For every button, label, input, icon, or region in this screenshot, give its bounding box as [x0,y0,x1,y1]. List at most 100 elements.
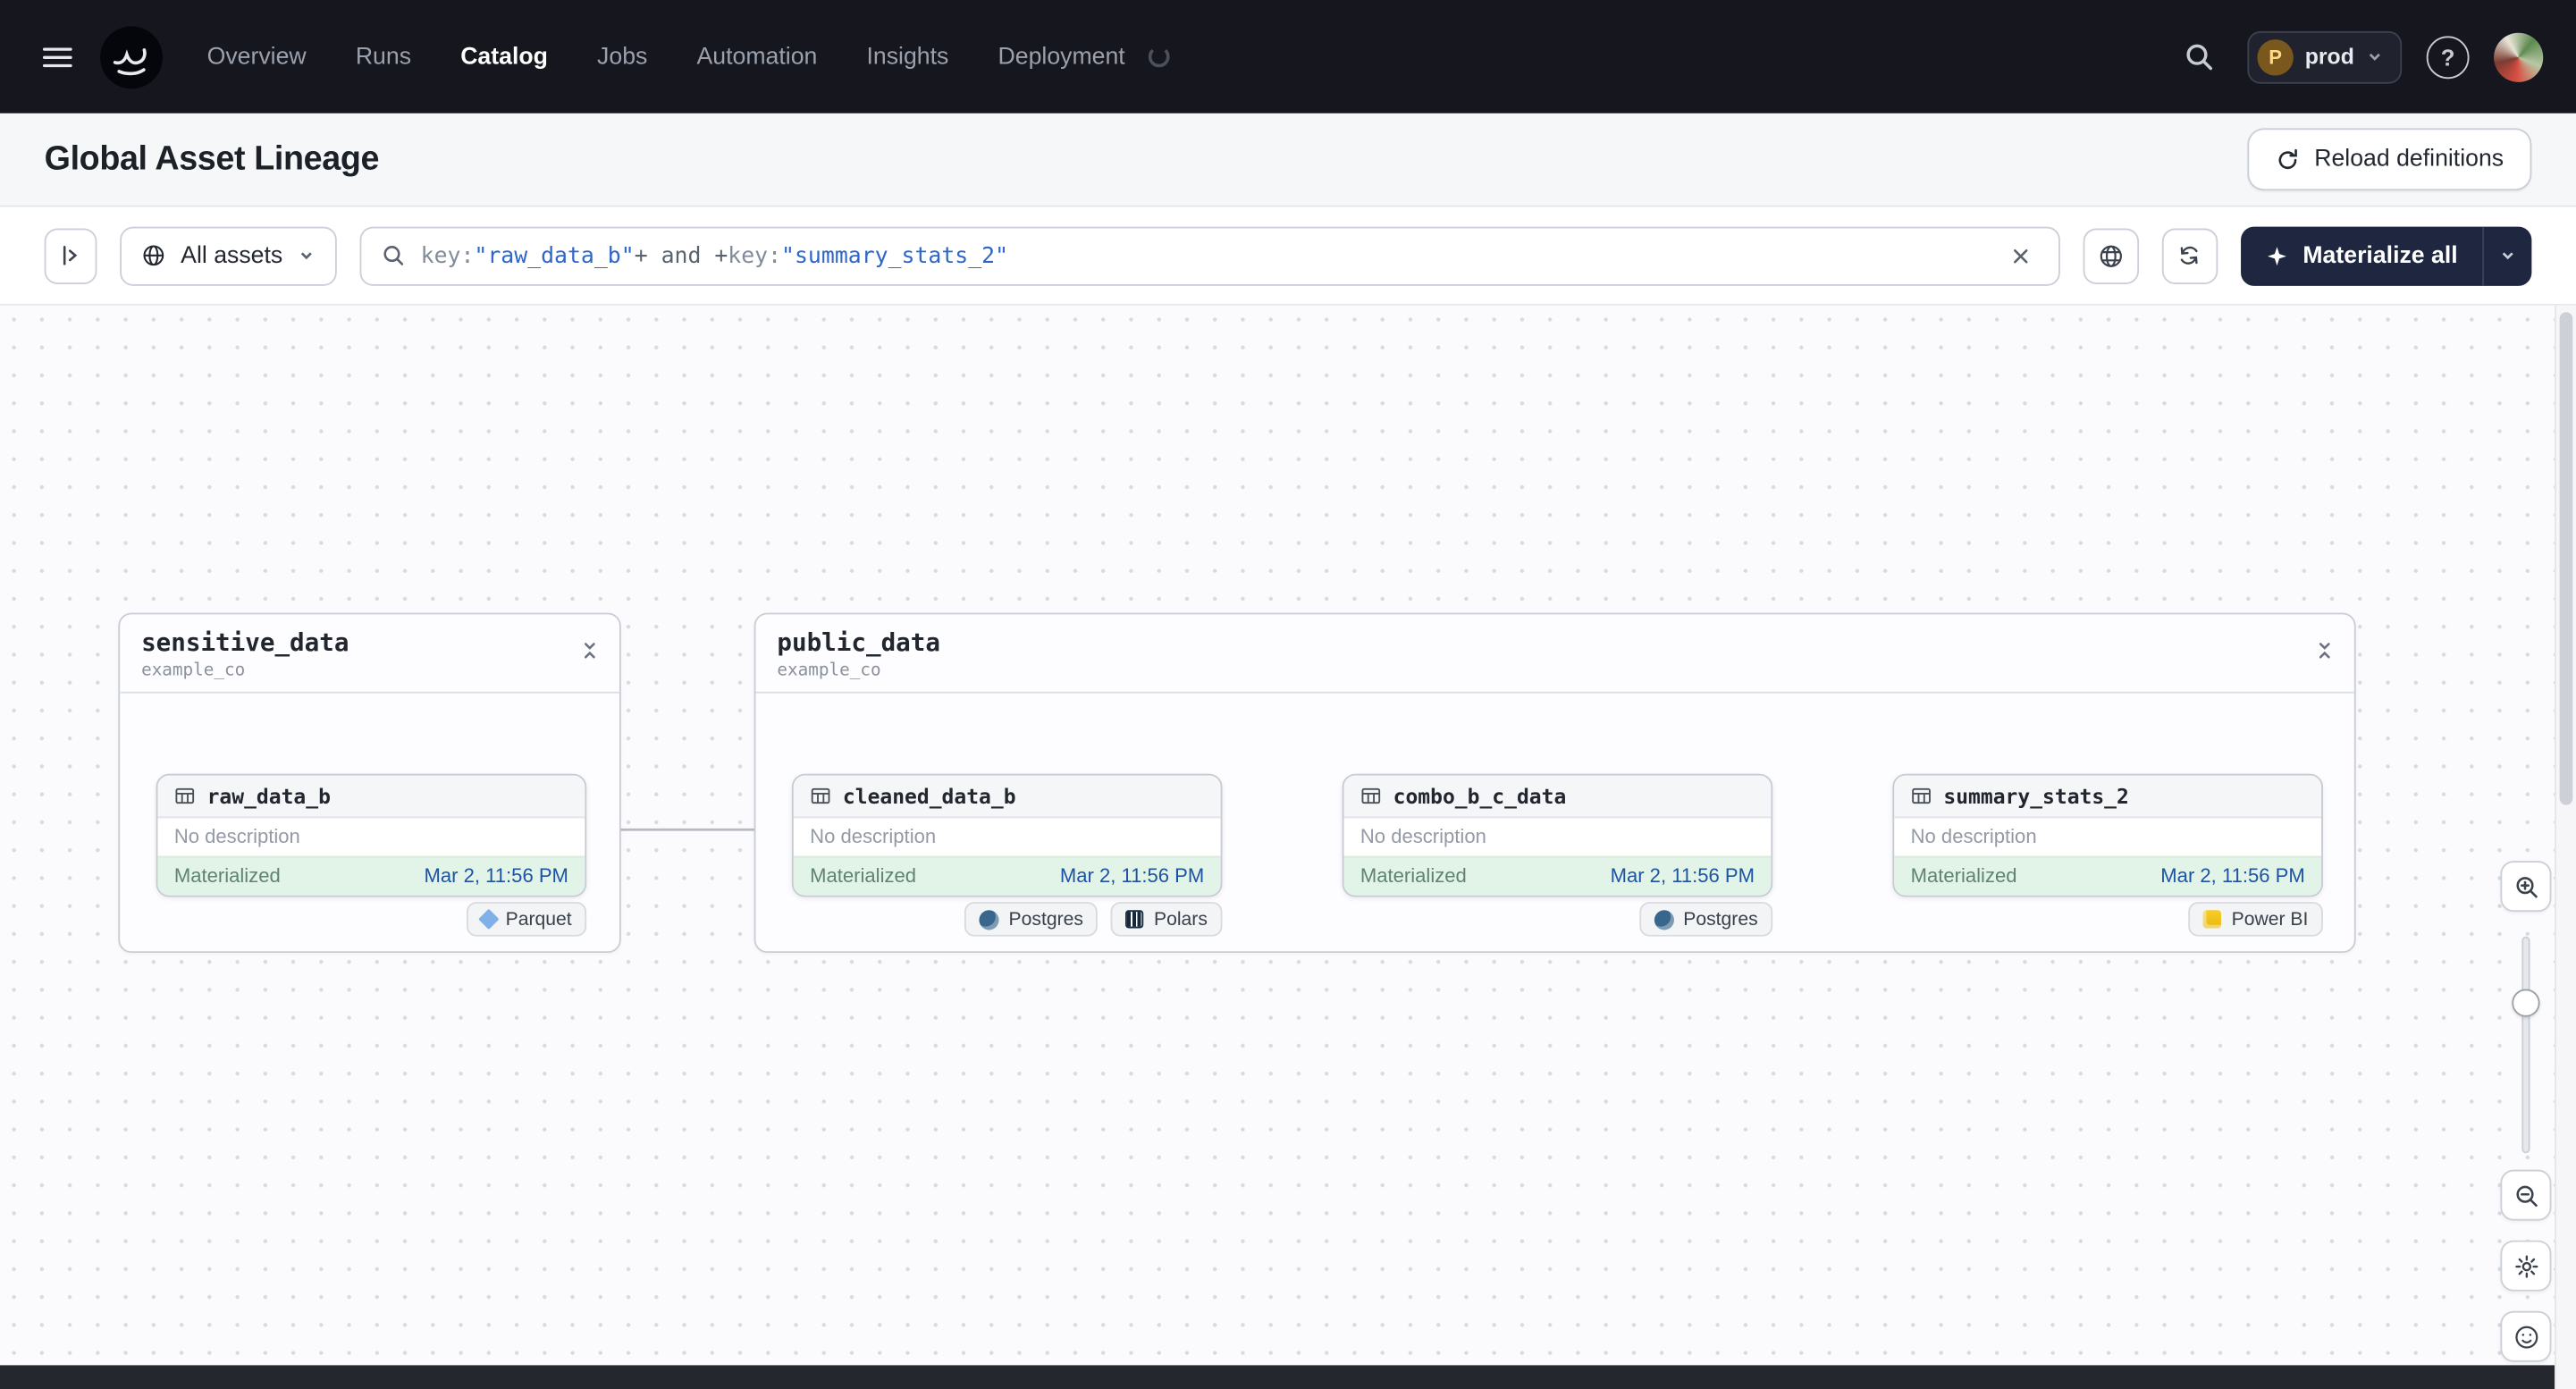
asset-description: No description [810,824,937,848]
asset-name: raw_data_b [206,783,331,809]
nav-item-overview[interactable]: Overview [207,44,307,70]
asset-node-summary-stats-2[interactable]: summary_stats_2 No description Materiali… [1892,773,2323,897]
zoom-slider-knob[interactable] [2512,989,2540,1017]
zoom-out-button[interactable] [2500,1169,2552,1221]
query-token: "summary_stats_2" [781,242,1009,269]
asset-node-combo-b-c-data[interactable]: combo_b_c_data No description Materializ… [1342,773,1773,897]
nav-item-jobs[interactable]: Jobs [597,44,647,70]
asset-node-header: combo_b_c_data [1343,775,1772,819]
group-header: public_data example_co [755,614,2354,694]
tag-polars[interactable]: Polars [1111,902,1223,937]
chevron-down-icon [2502,252,2513,260]
query-token: "raw_data_b" [474,242,635,269]
tag-label: Postgres [1683,909,1758,930]
powerbi-icon [2203,910,2222,929]
asset-node-cleaned-data-b[interactable]: cleaned_data_b No description Materializ… [791,773,1223,897]
filter-viewport-button[interactable] [2083,227,2139,284]
chevron-down-icon [2366,47,2384,65]
tag-power-bi[interactable]: Power BI [2188,902,2323,937]
asset-node-header: cleaned_data_b [793,775,1221,819]
asset-name: cleaned_data_b [842,783,1016,809]
nav-item-catalog[interactable]: Catalog [460,44,548,70]
user-avatar[interactable] [2494,31,2544,81]
tag-label: Postgres [1008,909,1083,930]
tag-postgres[interactable]: Postgres [1638,902,1773,937]
group-subtitle: example_co [141,660,246,680]
tag-label: Polars [1154,909,1208,930]
materialize-options-button[interactable] [2482,225,2531,285]
query-text: key:"raw_data_b"+ and +key:"summary_stat… [421,242,1008,268]
nav-item-automation[interactable]: Automation [697,44,818,70]
asset-filter-dropdown[interactable]: All assets [120,225,337,285]
status-timestamp[interactable]: Mar 2, 11:56 PM [425,864,568,888]
asset-tags-row: Parquet [156,902,587,937]
asset-description: No description [1910,824,2037,848]
table-icon [1912,787,1931,804]
feedback-button[interactable] [2500,1310,2552,1362]
group-title: sensitive_data [141,627,349,658]
materialize-all-button[interactable]: Materialize all [2241,226,2483,285]
group-title: public_data [777,627,940,658]
status-label: Materialized [810,863,917,888]
asset-tags-row: Power BI [1892,902,2323,937]
materialize-all-label: Materialize all [2302,242,2458,269]
open-sidebar-button[interactable] [44,227,97,284]
smiley-icon [2514,1325,2538,1348]
help-button[interactable]: ? [2426,35,2470,79]
asset-description: No description [173,824,300,848]
dagster-logo-icon [100,25,163,88]
search-icon [2185,44,2212,71]
asset-status-bar: Materialized Mar 2, 11:56 PM [1894,855,2322,896]
zoom-slider-track[interactable] [2521,936,2530,1154]
zoom-in-icon [2515,876,2537,897]
gear-icon [2514,1254,2538,1277]
asset-name: summary_stats_2 [1943,783,2129,809]
asset-selection-input[interactable]: key:"raw_data_b"+ and +key:"summary_stat… [359,225,2060,285]
reload-definitions-button[interactable]: Reload definitions [2246,128,2532,191]
parquet-icon [477,908,499,930]
table-icon [1361,787,1381,804]
asset-tags-row: Postgres [1343,902,1773,937]
clear-search-button[interactable] [2002,238,2038,274]
dagster-logo[interactable] [98,24,164,90]
status-timestamp[interactable]: Mar 2, 11:56 PM [1611,864,1755,888]
page-title: Global Asset Lineage [44,139,380,178]
postgres-icon [1654,909,1674,930]
scrollbar[interactable] [2555,305,2576,1389]
scrollbar-thumb[interactable] [2559,312,2573,805]
collapse-group-button[interactable] [2310,636,2339,665]
collapse-icon [584,643,595,659]
search-button[interactable] [2174,32,2223,81]
asset-node-header: raw_data_b [157,775,585,819]
globe-icon [143,245,164,266]
status-timestamp[interactable]: Mar 2, 11:56 PM [2160,864,2304,888]
primary-nav: Overview Runs Catalog Jobs Automation In… [207,44,1125,70]
asset-tags-row: Postgres Polars [792,902,1223,937]
graph-settings-button[interactable] [2500,1240,2552,1292]
asset-filter-label: All assets [181,242,283,269]
page-header: Global Asset Lineage Reload definitions [0,113,2576,207]
tag-postgres[interactable]: Postgres [964,902,1099,937]
refresh-button[interactable] [2161,227,2218,284]
deployment-initial-badge: P [2257,38,2294,75]
materialize-split-button: Materialize all [2240,225,2532,285]
deployment-switcher[interactable]: P prod [2247,30,2403,83]
question-mark-icon: ? [2440,43,2455,71]
nav-item-deployment[interactable]: Deployment [998,44,1125,70]
chevron-down-icon [300,252,312,260]
nav-item-runs[interactable]: Runs [356,44,411,70]
asset-description: No description [1360,824,1486,848]
asset-node-raw-data-b[interactable]: raw_data_b No description Materialized M… [156,773,587,897]
asset-name: combo_b_c_data [1393,783,1567,809]
nav-item-insights[interactable]: Insights [866,44,948,70]
lineage-canvas[interactable]: sensitive_data example_co raw_data_b No … [0,305,2576,1389]
zoom-in-button[interactable] [2500,861,2552,913]
tag-parquet[interactable]: Parquet [466,902,587,937]
collapse-group-button[interactable] [575,636,604,665]
status-timestamp[interactable]: Mar 2, 11:56 PM [1060,864,1204,888]
hamburger-icon [42,46,72,67]
lineage-toolbar: All assets key:"raw_data_b"+ and +key:"s… [0,206,2576,306]
menu-button[interactable] [33,32,82,81]
group-header: sensitive_data example_co [120,614,619,694]
asset-status-bar: Materialized Mar 2, 11:56 PM [793,855,1221,896]
